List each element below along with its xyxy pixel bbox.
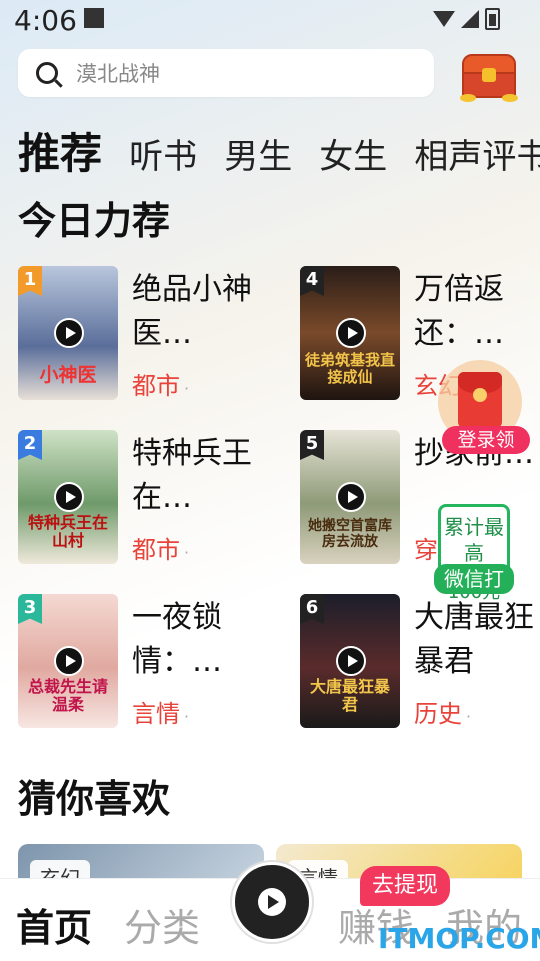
genre-label: 历史 [414,700,462,728]
status-icons [433,8,500,30]
book-title: 绝品小神医… [132,272,252,351]
notification-icon [84,8,104,28]
dot-separator: · [184,543,190,562]
category-tabs: 推荐 听书 男生 女生 相声评书 [18,120,540,180]
status-time: 4:06 [14,4,77,37]
book-card[interactable]: 2 特种兵王在山村 特种兵王在… 都市 · [18,430,258,566]
wechat-withdraw-float[interactable]: 累计最高 100元 微信打 [434,504,514,603]
rank-badge: 2 [18,430,42,460]
play-icon [54,646,84,676]
login-reward-label: 登录领 [442,426,530,454]
play-icon [258,888,286,916]
book-cover: 1 小神医 [18,266,118,400]
play-icon [336,646,366,676]
battery-icon [485,8,500,30]
book-card[interactable]: 3 总裁先生请温柔 一夜锁情：… 言情 · [18,594,258,730]
rank-badge: 3 [18,594,42,624]
book-title: 大唐最狂暴君 [414,600,534,679]
login-reward-float[interactable]: 登录领 [438,360,530,454]
search-icon [36,62,58,84]
dot-separator: · [184,707,190,726]
book-cover: 2 特种兵王在山村 [18,430,118,564]
red-envelope-icon [458,372,502,428]
cover-title: 她搬空首富库房去流放 [308,518,392,550]
play-icon [54,482,84,512]
search-bar[interactable]: 漠北战神 [18,49,434,97]
book-cover: 5 她搬空首富库房去流放 [300,430,400,564]
nav-home[interactable]: 首页 [16,897,92,952]
book-genre: 都市 · [132,530,189,565]
book-genre: 都市 · [132,366,189,401]
tab-recommend[interactable]: 推荐 [18,120,102,181]
book-cover: 3 总裁先生请温柔 [18,594,118,728]
treasure-chest-icon[interactable] [460,50,518,102]
genre-label: 都市 [132,372,180,400]
coin-icon [460,94,476,102]
wifi-icon [433,11,455,27]
rank-badge: 6 [300,594,324,624]
cover-title: 总裁先生请温柔 [27,677,108,714]
genre-label: 言情 [132,700,180,728]
book-card[interactable]: 1 小神医 绝品小神医… 都市 · [18,266,258,402]
book-genre: 历史 · [414,694,471,729]
wechat-label: 微信打 [434,564,514,594]
rank-badge: 5 [300,430,324,460]
cover-title: 特种兵王在山村 [27,513,108,550]
rank-badge: 1 [18,266,42,296]
wechat-line1: 累计最高 [444,515,504,565]
tab-female[interactable]: 女生 [319,129,387,178]
tab-audiobook[interactable]: 听书 [129,129,197,178]
coin-icon [502,94,518,102]
signal-icon [461,10,479,28]
play-icon [336,482,366,512]
book-cover: 6 大唐最狂暴君 [300,594,400,728]
dot-separator: · [184,379,190,398]
section-title-recommend: 今日力荐 [18,199,171,243]
watermark-text: ITMOP.COM [378,922,540,955]
play-icon [336,318,366,348]
cover-title: 徒弟筑基我直接成仙 [304,351,395,386]
cover-title: 大唐最狂暴君 [309,677,390,714]
status-bar: 4:06 [0,0,540,44]
cover-title: 小神医 [39,364,97,386]
now-playing-disc[interactable] [232,862,312,942]
chest-lock [482,68,496,82]
book-card[interactable]: 6 大唐最狂暴君 大唐最狂暴君 历史 · [300,594,540,730]
section-title-guess: 猜你喜欢 [18,777,171,821]
dot-separator: · [466,707,472,726]
tab-crosstalk[interactable]: 相声评书 [414,129,540,178]
tab-male[interactable]: 男生 [224,129,292,178]
book-title: 一夜锁情：… [132,600,222,679]
nav-category[interactable]: 分类 [124,897,200,952]
play-icon [54,318,84,348]
genre-label: 都市 [132,536,180,564]
book-title: 万倍返还：… [414,272,504,351]
book-cover: 4 徒弟筑基我直接成仙 [300,266,400,400]
book-title: 特种兵王在… [132,436,252,515]
search-placeholder: 漠北战神 [76,62,160,86]
rank-badge: 4 [300,266,324,296]
withdraw-badge[interactable]: 去提现 [360,866,450,906]
book-genre: 言情 · [132,694,189,729]
